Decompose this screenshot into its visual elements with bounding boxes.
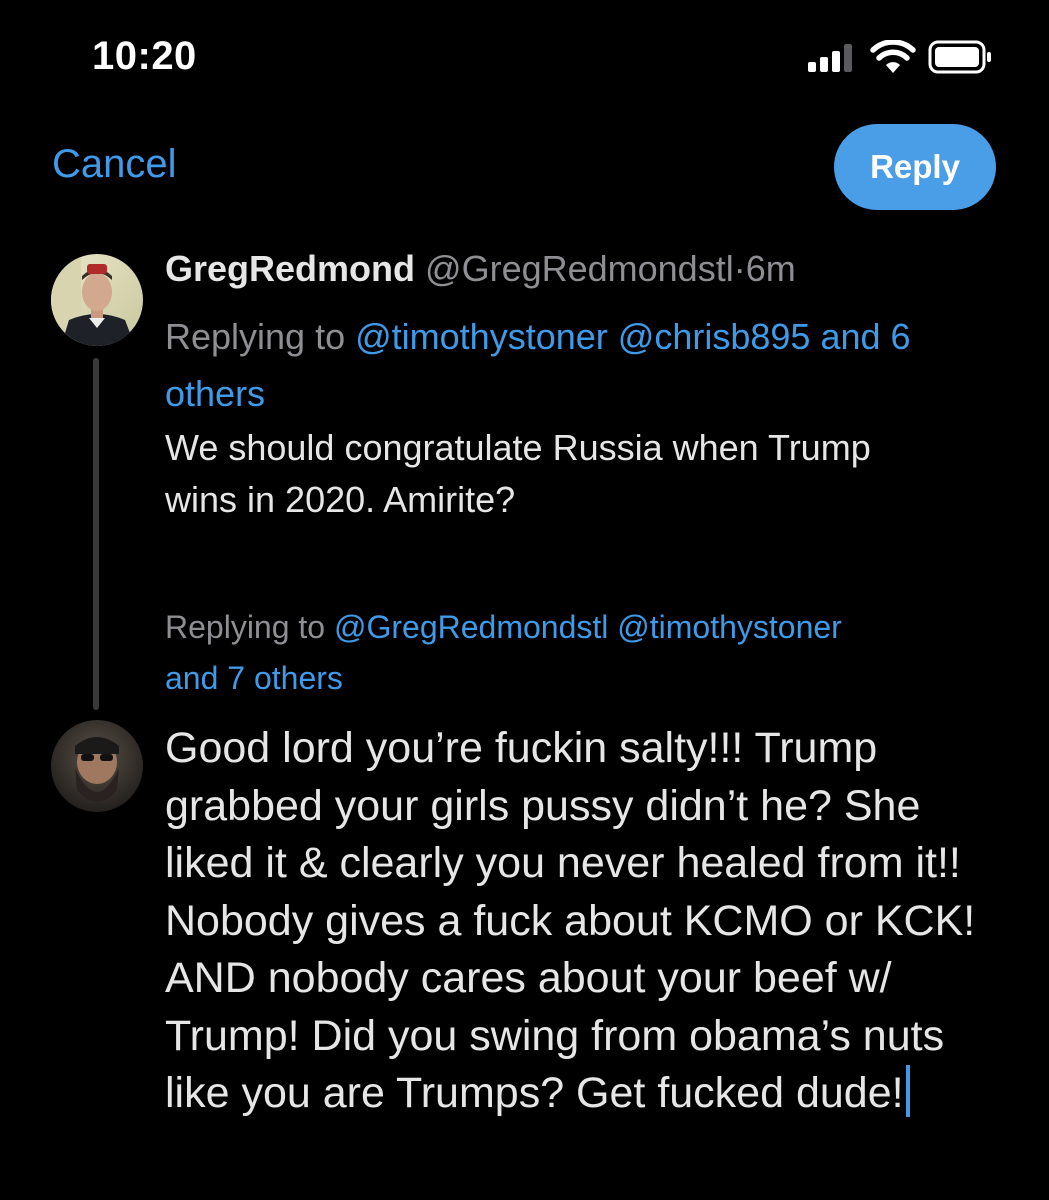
cancel-button[interactable]: Cancel — [52, 142, 177, 187]
others-link[interactable]: and 7 others — [165, 660, 343, 696]
replying-to-line: Replying to @timothystoner @chrisb895 an… — [165, 308, 995, 422]
tweet-body: We should congratulate Russia when Trump… — [165, 422, 995, 526]
replying-to-label: Replying to — [165, 316, 346, 357]
tweet-body-line: We should congratulate Russia when Trump — [165, 427, 871, 468]
tweet-body-line: wins in 2020. Amirite? — [165, 479, 516, 520]
mention-link[interactable]: @timothystoner — [355, 316, 608, 357]
battery-icon — [928, 40, 991, 74]
separator-dot: · — [733, 248, 746, 289]
timestamp: 6m — [745, 248, 796, 289]
text-cursor — [905, 1065, 910, 1117]
display-name[interactable]: GregRedmond — [165, 248, 415, 289]
signal-icon — [808, 44, 852, 72]
user-avatar-image — [51, 720, 143, 812]
thread-line — [93, 358, 99, 710]
user-avatar — [51, 720, 143, 812]
replying-to-label: Replying to — [165, 609, 326, 645]
compose-text-input[interactable]: Good lord you’re fuckin salty!!! Trump g… — [165, 720, 1005, 1123]
reply-button[interactable]: Reply — [834, 124, 996, 210]
compose-text: Good lord you’re fuckin salty!!! Trump g… — [165, 724, 976, 1117]
mention-link[interactable]: @timothystoner — [617, 609, 842, 645]
compose-replying-to[interactable]: Replying to @GregRedmondstl @timothyston… — [165, 602, 965, 704]
handle[interactable]: @GregRedmondstl — [425, 248, 734, 289]
status-bar: 10:20 — [0, 0, 1049, 110]
mention-link[interactable]: @GregRedmondstl — [334, 609, 608, 645]
status-time: 10:20 — [92, 34, 197, 78]
tweet-header: GregRedmond @GregRedmondstl·6m — [165, 248, 796, 290]
greg-avatar-image — [51, 254, 143, 346]
avatar[interactable] — [51, 254, 143, 346]
mention-link[interactable]: @chrisb895 — [618, 316, 811, 357]
wifi-icon — [870, 40, 916, 73]
